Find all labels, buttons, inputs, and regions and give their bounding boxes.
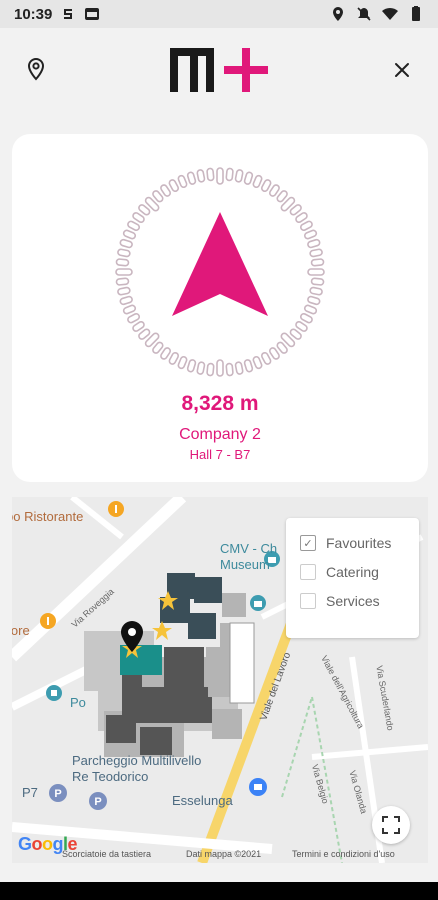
hall-location: Hall 7 - B7: [189, 447, 251, 462]
map-label-esselunga: Esselunga: [172, 793, 233, 808]
map-label-museum: CMV - Ch: [220, 541, 278, 556]
map-label-p7: P7: [22, 785, 38, 800]
keyboard-shortcuts-link[interactable]: Scorciatoie da tastiera: [62, 849, 151, 859]
museum-marker-icon: [250, 595, 266, 611]
shop-marker-icon: [249, 778, 267, 796]
compass-dial: [115, 167, 325, 377]
parking-icon: P: [89, 792, 107, 810]
filter-favourites[interactable]: ✓ Favourites: [300, 530, 391, 556]
app-bar: [0, 28, 438, 116]
filter-label: Favourites: [326, 535, 392, 551]
restaurant-marker-icon: [40, 613, 56, 629]
svg-text:P: P: [94, 796, 101, 808]
location-pin-icon[interactable]: [22, 56, 50, 84]
location-icon: [333, 7, 343, 21]
checkbox-services[interactable]: [300, 593, 316, 609]
distance-text: 8,328 m: [181, 392, 259, 415]
map-label-iore: iore: [12, 623, 30, 638]
filter-services[interactable]: Services: [300, 588, 380, 614]
map-filter-panel: ✓ Favourites Catering Services: [286, 518, 419, 638]
status-bar: 10:39: [0, 0, 438, 28]
map-label-parking: Parcheggio Multilivello: [72, 753, 202, 768]
app-logo: [170, 48, 268, 92]
restaurant-marker-icon: [108, 501, 124, 517]
checkbox-favourites[interactable]: ✓: [300, 535, 316, 551]
terms-link[interactable]: Termini e condizioni d'uso: [292, 849, 395, 859]
wifi-icon: [382, 7, 398, 20]
direction-arrow-icon: [172, 212, 268, 316]
filter-catering[interactable]: Catering: [300, 559, 379, 585]
map-label-restaurant: po Ristorante: [12, 509, 84, 524]
battery-icon: [412, 6, 420, 21]
poi-marker-icon: [46, 685, 62, 701]
svg-text:P: P: [54, 788, 61, 800]
close-icon[interactable]: [386, 54, 418, 86]
company-name: Company 2: [179, 426, 261, 443]
map-footer: Scorciatoie da tastiera Dati mappa ©2021…: [12, 846, 428, 862]
checkbox-catering[interactable]: [300, 564, 316, 580]
filter-label: Catering: [326, 564, 379, 580]
fullscreen-icon: [382, 816, 400, 834]
system-nav-bar: [0, 882, 438, 900]
map-label-museum-2: Museum: [220, 557, 270, 572]
compass-card: 8,328 m Company 2 Hall 7 - B7: [12, 134, 428, 482]
fullscreen-button[interactable]: [372, 806, 410, 844]
map-label-po: Po: [70, 695, 86, 710]
filter-label: Services: [326, 593, 380, 609]
sync-icon: [64, 9, 73, 19]
mute-icon: [357, 7, 371, 21]
parking-icon: P: [49, 784, 67, 802]
status-time: 10:39: [14, 5, 53, 23]
map-data-text: Dati mappa ©2021: [186, 849, 262, 859]
calendar-icon: [85, 8, 100, 20]
map-label-parking-2: Re Teodorico: [72, 769, 149, 784]
